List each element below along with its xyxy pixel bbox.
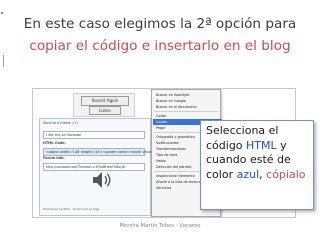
menu-item-label: Sustituciones [156, 141, 179, 145]
listen-button[interactable]: Listen [89, 106, 121, 115]
menu-item-label: Transformaciones [156, 147, 186, 151]
menu-item-label: Buscar en el diccionario [156, 105, 197, 109]
menu-item-label: Copiar [156, 120, 168, 124]
menu-item-label: Servicios [156, 186, 172, 190]
menu-separator [154, 111, 218, 112]
menu-item-label: Habla [156, 159, 166, 163]
html-code-field[interactable]: <object width='148' height='44'><param n… [43, 148, 183, 156]
send-label: Send to a friend: (+) [43, 121, 78, 125]
menu-item-dictionary[interactable]: Buscar en el diccionario [156, 104, 218, 110]
menu-item-label: Buscar en Spotlight [156, 93, 190, 97]
callout-line-4-pre: color [206, 167, 237, 181]
menu-item-label: Pegar [156, 126, 166, 130]
menu-item-label: Ortografía y gramática [156, 135, 195, 139]
forum-link-label: Forum link: [43, 156, 65, 160]
menu-item-label: Inspeccionar elemento [156, 174, 195, 178]
message-field[interactable]: I like this on Vocaroo! [43, 131, 145, 139]
menu-item-label: Tipo de letra [156, 153, 178, 157]
menu-item-label: Dirección del párrafo [156, 165, 192, 169]
callout-line-1: Selecciona el [206, 124, 279, 137]
callout-line-3: cuando esté de [206, 153, 291, 166]
callout-copy-word: cópialo [266, 167, 306, 181]
callout-blue-word: azul [236, 167, 260, 181]
html-code-label: HTML Code: [43, 141, 66, 145]
message-field-text: I like this on Vocaroo! [46, 133, 82, 137]
download-links[interactable]: Download as WAV · Download as Ogg [43, 207, 99, 212]
slide-footer: Mercha Martín Tobes - Vocaroo [119, 223, 201, 229]
share-panel: Send to a friend: (+) I like this on Voc… [39, 118, 183, 216]
callout-html-word: HTML [246, 138, 277, 152]
speaker-icon [93, 172, 111, 188]
callout-line-2-pre: código [206, 138, 247, 152]
slide-corner-mark [1, 12, 3, 14]
menu-item-label: Añadir a la lista de lectura [156, 180, 201, 184]
recorder-box: Record Again Listen [73, 93, 135, 117]
menu-item-label: Cortar [156, 114, 167, 118]
slide-title: En este caso elegimos la 2ª opción para [23, 16, 297, 32]
record-again-button[interactable]: Record Again [81, 96, 129, 106]
callout-line-2-post: y [276, 138, 287, 152]
instruction-callout: Selecciona el código HTML y cuando esté … [200, 120, 314, 210]
slide-subtitle: copiar el código e insertarlo en el blog [29, 38, 291, 54]
instruction-text: Selecciona el código HTML y cuando esté … [206, 124, 310, 182]
menu-item-label: Buscar en Google [156, 99, 186, 103]
slide-edge-mark [3, 55, 4, 67]
